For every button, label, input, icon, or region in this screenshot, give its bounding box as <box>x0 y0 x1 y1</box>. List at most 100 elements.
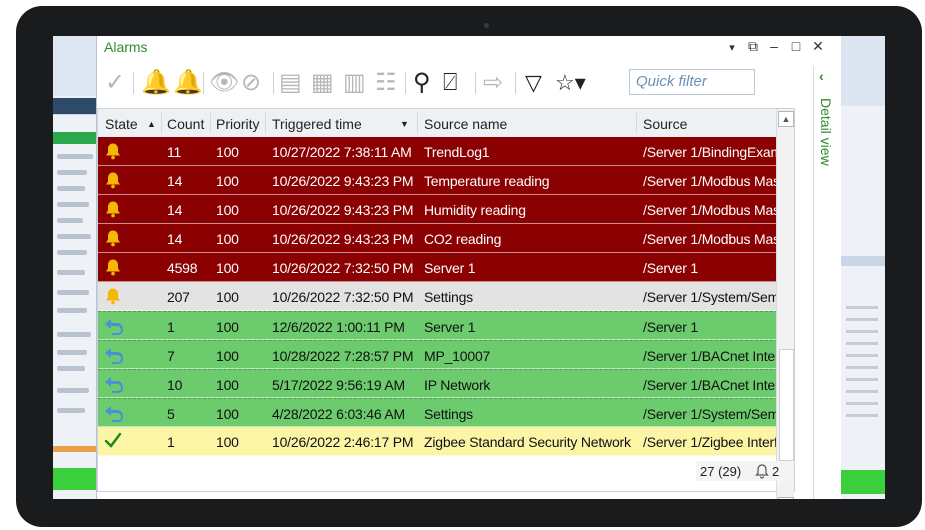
cell-source: /Server 1/Zigbee Interfa <box>643 434 786 450</box>
bell-outline-icon[interactable]: 🔔 <box>173 70 203 96</box>
vertical-scrollbar[interactable]: ▲ ▼ <box>776 109 794 499</box>
cell-count: 14 <box>167 231 183 247</box>
table-row[interactable]: 1 100 12/6/2022 1:00:11 PM Server 1/Server … <box>98 311 788 340</box>
window-title: Alarms <box>104 39 148 55</box>
cell-source: /Server 1 <box>643 319 698 335</box>
table-header: State ▲ Count Priority Triggered time ▼ … <box>98 109 794 138</box>
cell-priority: 100 <box>216 434 239 450</box>
table-row[interactable]: 14 100 10/26/2022 9:43:23 PM CO2 reading/Se… <box>98 224 788 253</box>
col-source[interactable]: Source <box>643 116 687 132</box>
background-app-left <box>53 36 101 499</box>
col-priority[interactable]: Priority <box>216 116 260 132</box>
cell-source-name: Humidity reading <box>424 202 526 218</box>
cell-triggered-time: 10/28/2022 7:28:57 PM <box>272 348 414 364</box>
cell-triggered-time: 5/17/2022 9:56:19 AM <box>272 377 405 393</box>
cell-triggered-time: 10/26/2022 7:32:50 PM <box>272 260 414 276</box>
return-arrow-icon <box>103 403 123 423</box>
cell-source: /Server 1/System/Sema <box>643 289 787 305</box>
forward-icon[interactable]: ⇨ <box>483 70 503 96</box>
col-source-name[interactable]: Source name <box>424 116 507 132</box>
toolbar-separator <box>475 72 476 94</box>
cell-source: /Server 1/Modbus Maste <box>643 202 788 218</box>
minimize-button[interactable]: – <box>766 38 782 54</box>
cell-count: 1 <box>167 319 175 335</box>
cell-source-name: Settings <box>424 289 473 305</box>
scroll-up-icon[interactable]: ▲ <box>778 111 794 127</box>
table-row[interactable]: 14 100 10/26/2022 9:43:23 PM Humidity readi… <box>98 195 788 224</box>
cell-source-name: Server 1 <box>424 319 476 335</box>
table-row[interactable]: 1 100 10/26/2022 2:46:17 PM Zigbee Standard… <box>98 427 788 456</box>
col-triggered-time[interactable]: Triggered time <box>272 116 362 132</box>
title-bar: Alarms ▾ ⧉ – □ ✕ <box>97 36 841 60</box>
cell-source-name: Zigbee Standard Security Network <box>424 434 631 450</box>
cell-priority: 100 <box>216 202 239 218</box>
alarms-window: Alarms ▾ ⧉ – □ ✕ ✓ 🔔 🔔 👁 ⊘ ▤ ▦ ▥ ☷ ⚲ ⍁ ⇨ ▽ ☆▾ Quick f… <box>96 36 841 499</box>
toolbar-separator <box>515 72 516 94</box>
cell-count: 14 <box>167 202 183 218</box>
col-state[interactable]: State <box>105 116 138 132</box>
bell-icon <box>103 141 123 161</box>
cell-source: /Server 1/BACnet Interfa <box>643 377 788 393</box>
cell-triggered-time: 10/26/2022 9:43:23 PM <box>272 231 414 247</box>
toolbar-separator <box>273 72 274 94</box>
table-row[interactable]: 4598 100 10/26/2022 7:32:50 PM Server 1/Ser… <box>98 253 788 282</box>
acknowledge-icon[interactable]: ✓ <box>105 70 125 96</box>
cell-source-name: CO2 reading <box>424 231 502 247</box>
bell-icon <box>103 286 123 306</box>
maximize-button[interactable]: □ <box>788 38 804 54</box>
table-row[interactable]: 10 100 5/17/2022 9:56:19 AM IP Network/Serv… <box>98 369 788 398</box>
bell-icon <box>103 170 123 190</box>
table-row[interactable]: 11 100 10/27/2022 7:38:11 AM TrendLog1/Serv… <box>98 137 788 166</box>
cell-count: 7 <box>167 348 175 364</box>
detail-view-label: Detail view <box>818 98 834 166</box>
eye-icon[interactable]: 👁 <box>209 70 239 96</box>
cell-priority: 100 <box>216 173 239 189</box>
table-row[interactable]: 5 100 4/28/2022 6:03:46 AM Settings/Server … <box>98 398 788 427</box>
close-button[interactable]: ✕ <box>810 38 826 55</box>
screen: Alarms ▾ ⧉ – □ ✕ ✓ 🔔 🔔 👁 ⊘ ▤ ▦ ▥ ☷ ⚲ ⍁ ⇨ ▽ ☆▾ Quick f… <box>53 36 885 499</box>
camera-dot <box>484 23 489 28</box>
bell-icon <box>103 257 123 277</box>
cell-source: /Server 1/Modbus Maste <box>643 173 788 189</box>
cell-count: 14 <box>167 173 183 189</box>
cell-priority: 100 <box>216 289 239 305</box>
cell-count: 5 <box>167 406 175 422</box>
return-arrow-icon <box>103 316 123 336</box>
bell-icon[interactable]: 🔔 <box>141 70 171 96</box>
sort-desc-icon: ▼ <box>400 119 409 129</box>
scroll-down-icon[interactable]: ▼ <box>778 497 794 499</box>
eye-hide-icon[interactable]: ⊘ <box>241 70 261 96</box>
cell-source: /Server 1/Modbus Maste <box>643 231 788 247</box>
alarm-count-text: 27 (29) <box>700 464 742 479</box>
window-menu-button[interactable]: ▾ <box>724 41 740 54</box>
cell-priority: 100 <box>216 377 239 393</box>
cell-priority: 100 <box>216 406 239 422</box>
cell-source-name: TrendLog1 <box>424 144 490 160</box>
col-count[interactable]: Count <box>167 116 204 132</box>
comment-icon[interactable]: ▤ <box>279 70 302 96</box>
checkmark-icon <box>103 431 123 451</box>
undock-button[interactable]: ⧉ <box>745 38 761 55</box>
filter-icon[interactable]: ▽ <box>525 70 542 96</box>
cell-triggered-time: 4/28/2022 6:03:46 AM <box>272 406 405 422</box>
silence-icon[interactable]: ⍁ <box>443 70 457 96</box>
cell-source-name: Server 1 <box>424 260 476 276</box>
favorite-icon[interactable]: ☆▾ <box>555 70 586 96</box>
steps-icon[interactable]: ▥ <box>343 70 366 96</box>
alarms-table: State ▲ Count Priority Triggered time ▼ … <box>97 108 795 499</box>
vertical-scroll-thumb[interactable] <box>779 349 794 461</box>
cell-count: 11 <box>167 144 182 160</box>
action-icon[interactable]: ▦ <box>311 70 334 96</box>
table-row[interactable]: 207 100 10/26/2022 7:32:50 PM Settings/Serv… <box>98 282 788 311</box>
quick-filter-input[interactable]: Quick filter <box>629 69 755 95</box>
bell-outline-icon <box>755 464 769 479</box>
cell-triggered-time: 10/26/2022 7:32:50 PM <box>272 289 414 305</box>
toolbar-separator <box>133 72 134 94</box>
detail-view-panel[interactable]: ‹ Detail view <box>813 66 842 499</box>
cell-priority: 100 <box>216 144 239 160</box>
checklist-icon[interactable]: ☷ <box>375 70 397 96</box>
assign-icon[interactable]: ⚲ <box>413 70 431 96</box>
table-row[interactable]: 14 100 10/26/2022 9:43:23 PM Temperature re… <box>98 166 788 195</box>
table-row[interactable]: 7 100 10/28/2022 7:28:57 PM MP_10007/Server… <box>98 340 788 369</box>
chevron-left-icon[interactable]: ‹ <box>819 68 824 84</box>
